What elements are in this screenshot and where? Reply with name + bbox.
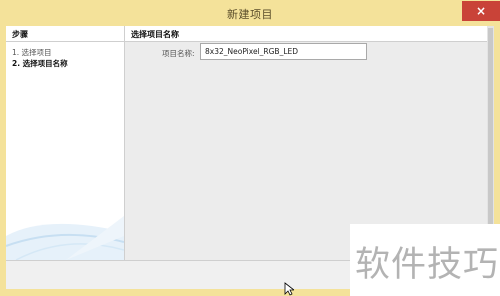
project-name-input[interactable]: [200, 43, 367, 60]
window-title: 新建项目: [227, 8, 273, 21]
title-bar: 新建项目 ×: [0, 0, 500, 27]
mouse-cursor-icon: [284, 282, 294, 296]
step-select-project-name: 2. 选择项目名称: [12, 59, 68, 68]
steps-sidebar: 步骤 1. 选择项目 2. 选择项目名称: [6, 26, 125, 260]
project-name-label: 项目名称:: [162, 49, 195, 58]
watermark-text: 软件技巧: [355, 245, 500, 285]
decorative-swoosh: [6, 216, 124, 260]
main-heading: 选择项目名称: [131, 30, 179, 39]
step-select-project: 1. 选择项目: [12, 48, 52, 57]
main-header: 选择项目名称: [125, 26, 487, 42]
steps-divider: [6, 41, 124, 42]
close-button[interactable]: ×: [462, 1, 500, 21]
steps-heading: 步骤: [12, 30, 28, 39]
